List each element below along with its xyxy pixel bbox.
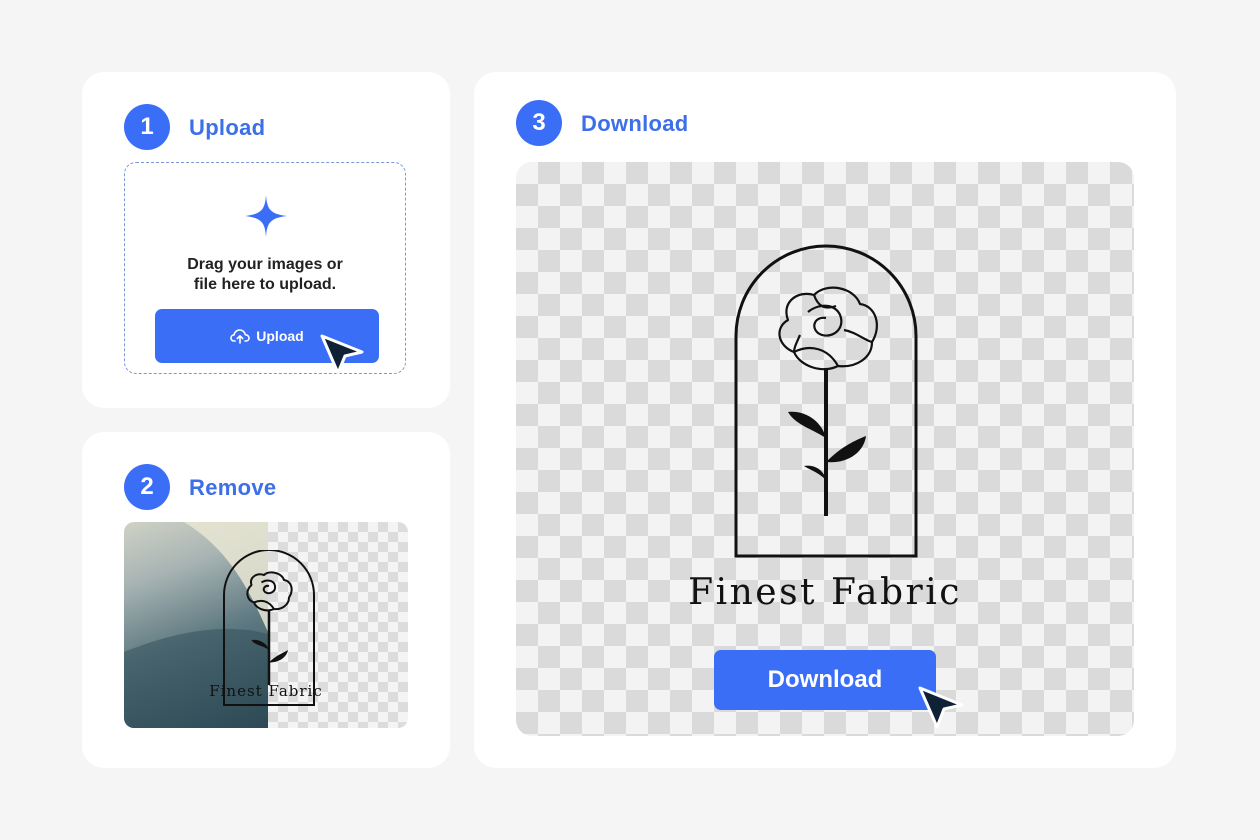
remove-preview: Finest Fabric	[124, 522, 408, 728]
step-1-title: Upload	[189, 115, 266, 140]
download-logo-text: Finest Fabric	[688, 572, 962, 613]
step-2-badge: 2	[124, 464, 170, 510]
step-3-badge: 3	[516, 100, 562, 146]
upload-card: 1 Upload Drag your images or file here t…	[82, 72, 450, 408]
cloud-upload-icon	[230, 329, 251, 344]
step-3-title: Download	[581, 111, 689, 136]
download-button[interactable]: Download	[714, 650, 936, 710]
download-preview: Finest Fabric Download	[516, 162, 1134, 736]
upload-button-label: Upload	[256, 328, 304, 344]
drop-text-line-1: Drag your images or	[187, 256, 343, 273]
rose-arch-logo	[734, 244, 918, 558]
step-2-title: Remove	[189, 475, 277, 500]
cursor-arrow-icon	[918, 686, 964, 729]
remove-logo-text: Finest Fabric	[209, 682, 323, 700]
remove-card: 2 Remove Finest Fabric	[82, 432, 450, 768]
drop-instructions: Drag your images or file here to upload.	[125, 255, 405, 295]
cursor-arrow-icon	[320, 334, 364, 375]
plus-sparkle-icon	[245, 195, 287, 237]
download-card: 3 Download Finest Fabric Download	[474, 72, 1176, 768]
drop-text-line-2: file here to upload.	[193, 276, 337, 293]
step-1-badge: 1	[124, 104, 170, 150]
